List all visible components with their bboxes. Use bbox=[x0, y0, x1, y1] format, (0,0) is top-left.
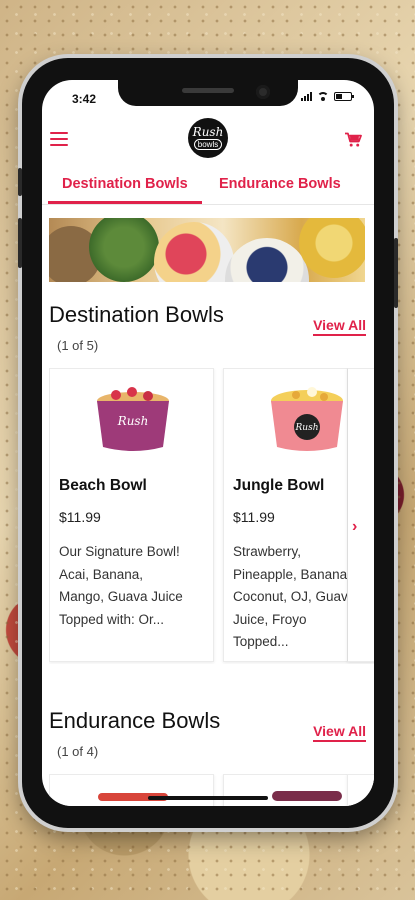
destination-bowls-carousel: Rush Beach Bowl $11.99 Our Signature Bow… bbox=[49, 368, 374, 664]
chevron-right-icon[interactable]: › bbox=[352, 518, 366, 535]
home-indicator bbox=[148, 796, 268, 800]
banner-image bbox=[49, 218, 365, 282]
category-tabs: Destination Bowls Endurance Bowls bbox=[42, 168, 374, 205]
section-count-endurance: (1 of 4) bbox=[57, 744, 99, 759]
wifi-icon bbox=[317, 92, 329, 101]
product-name: Jungle Bowl bbox=[233, 477, 325, 494]
svg-text:Rush: Rush bbox=[117, 414, 149, 428]
jungle-bowl-image: Rush bbox=[271, 387, 343, 451]
product-card-endurance-partial[interactable] bbox=[347, 774, 374, 806]
section-title-destination: Destination Bowls bbox=[49, 302, 224, 327]
tab-destination-bowls[interactable]: Destination Bowls bbox=[48, 168, 202, 204]
camera-icon bbox=[256, 85, 270, 99]
battery-icon bbox=[334, 92, 354, 101]
product-price: $11.99 bbox=[59, 509, 101, 525]
view-all-endurance-button[interactable]: View All bbox=[313, 723, 366, 742]
app-screen: 3:42 Rush bowls Destination Bowls Endura… bbox=[42, 80, 374, 806]
cart-icon[interactable] bbox=[344, 132, 362, 148]
beach-bowl-image: Rush bbox=[97, 387, 169, 451]
product-card-beach-bowl[interactable]: Rush Beach Bowl $11.99 Our Signature Bow… bbox=[49, 368, 214, 662]
status-time: 3:42 bbox=[72, 92, 97, 106]
app-header: Rush bowls bbox=[42, 114, 374, 158]
tab-endurance-bowls[interactable]: Endurance Bowls bbox=[219, 168, 341, 204]
endurance-bowls-carousel bbox=[49, 774, 374, 806]
product-card-next-partial[interactable] bbox=[347, 368, 374, 662]
section-title-endurance: Endurance Bowls bbox=[49, 708, 221, 733]
product-description: Our Signature Bowl! Acai, Banana, Mango,… bbox=[59, 544, 183, 627]
product-card-endurance-1[interactable] bbox=[49, 774, 214, 806]
logo-text-line1: Rush bbox=[192, 124, 224, 139]
view-all-destination-button[interactable]: View All bbox=[313, 317, 366, 336]
section-count-destination: (1 of 5) bbox=[57, 338, 99, 353]
notch bbox=[118, 80, 298, 106]
signal-icon bbox=[301, 92, 312, 101]
svg-text:Rush: Rush bbox=[295, 423, 319, 433]
product-price: $11.99 bbox=[233, 509, 275, 525]
hamburger-menu-icon[interactable] bbox=[50, 132, 68, 146]
phone-frame: 3:42 Rush bowls Destination Bowls Endura… bbox=[18, 58, 398, 828]
rush-bowls-logo[interactable]: Rush bowls bbox=[188, 118, 228, 158]
logo-text-line2: bowls bbox=[193, 138, 223, 150]
product-name: Beach Bowl bbox=[59, 477, 147, 494]
